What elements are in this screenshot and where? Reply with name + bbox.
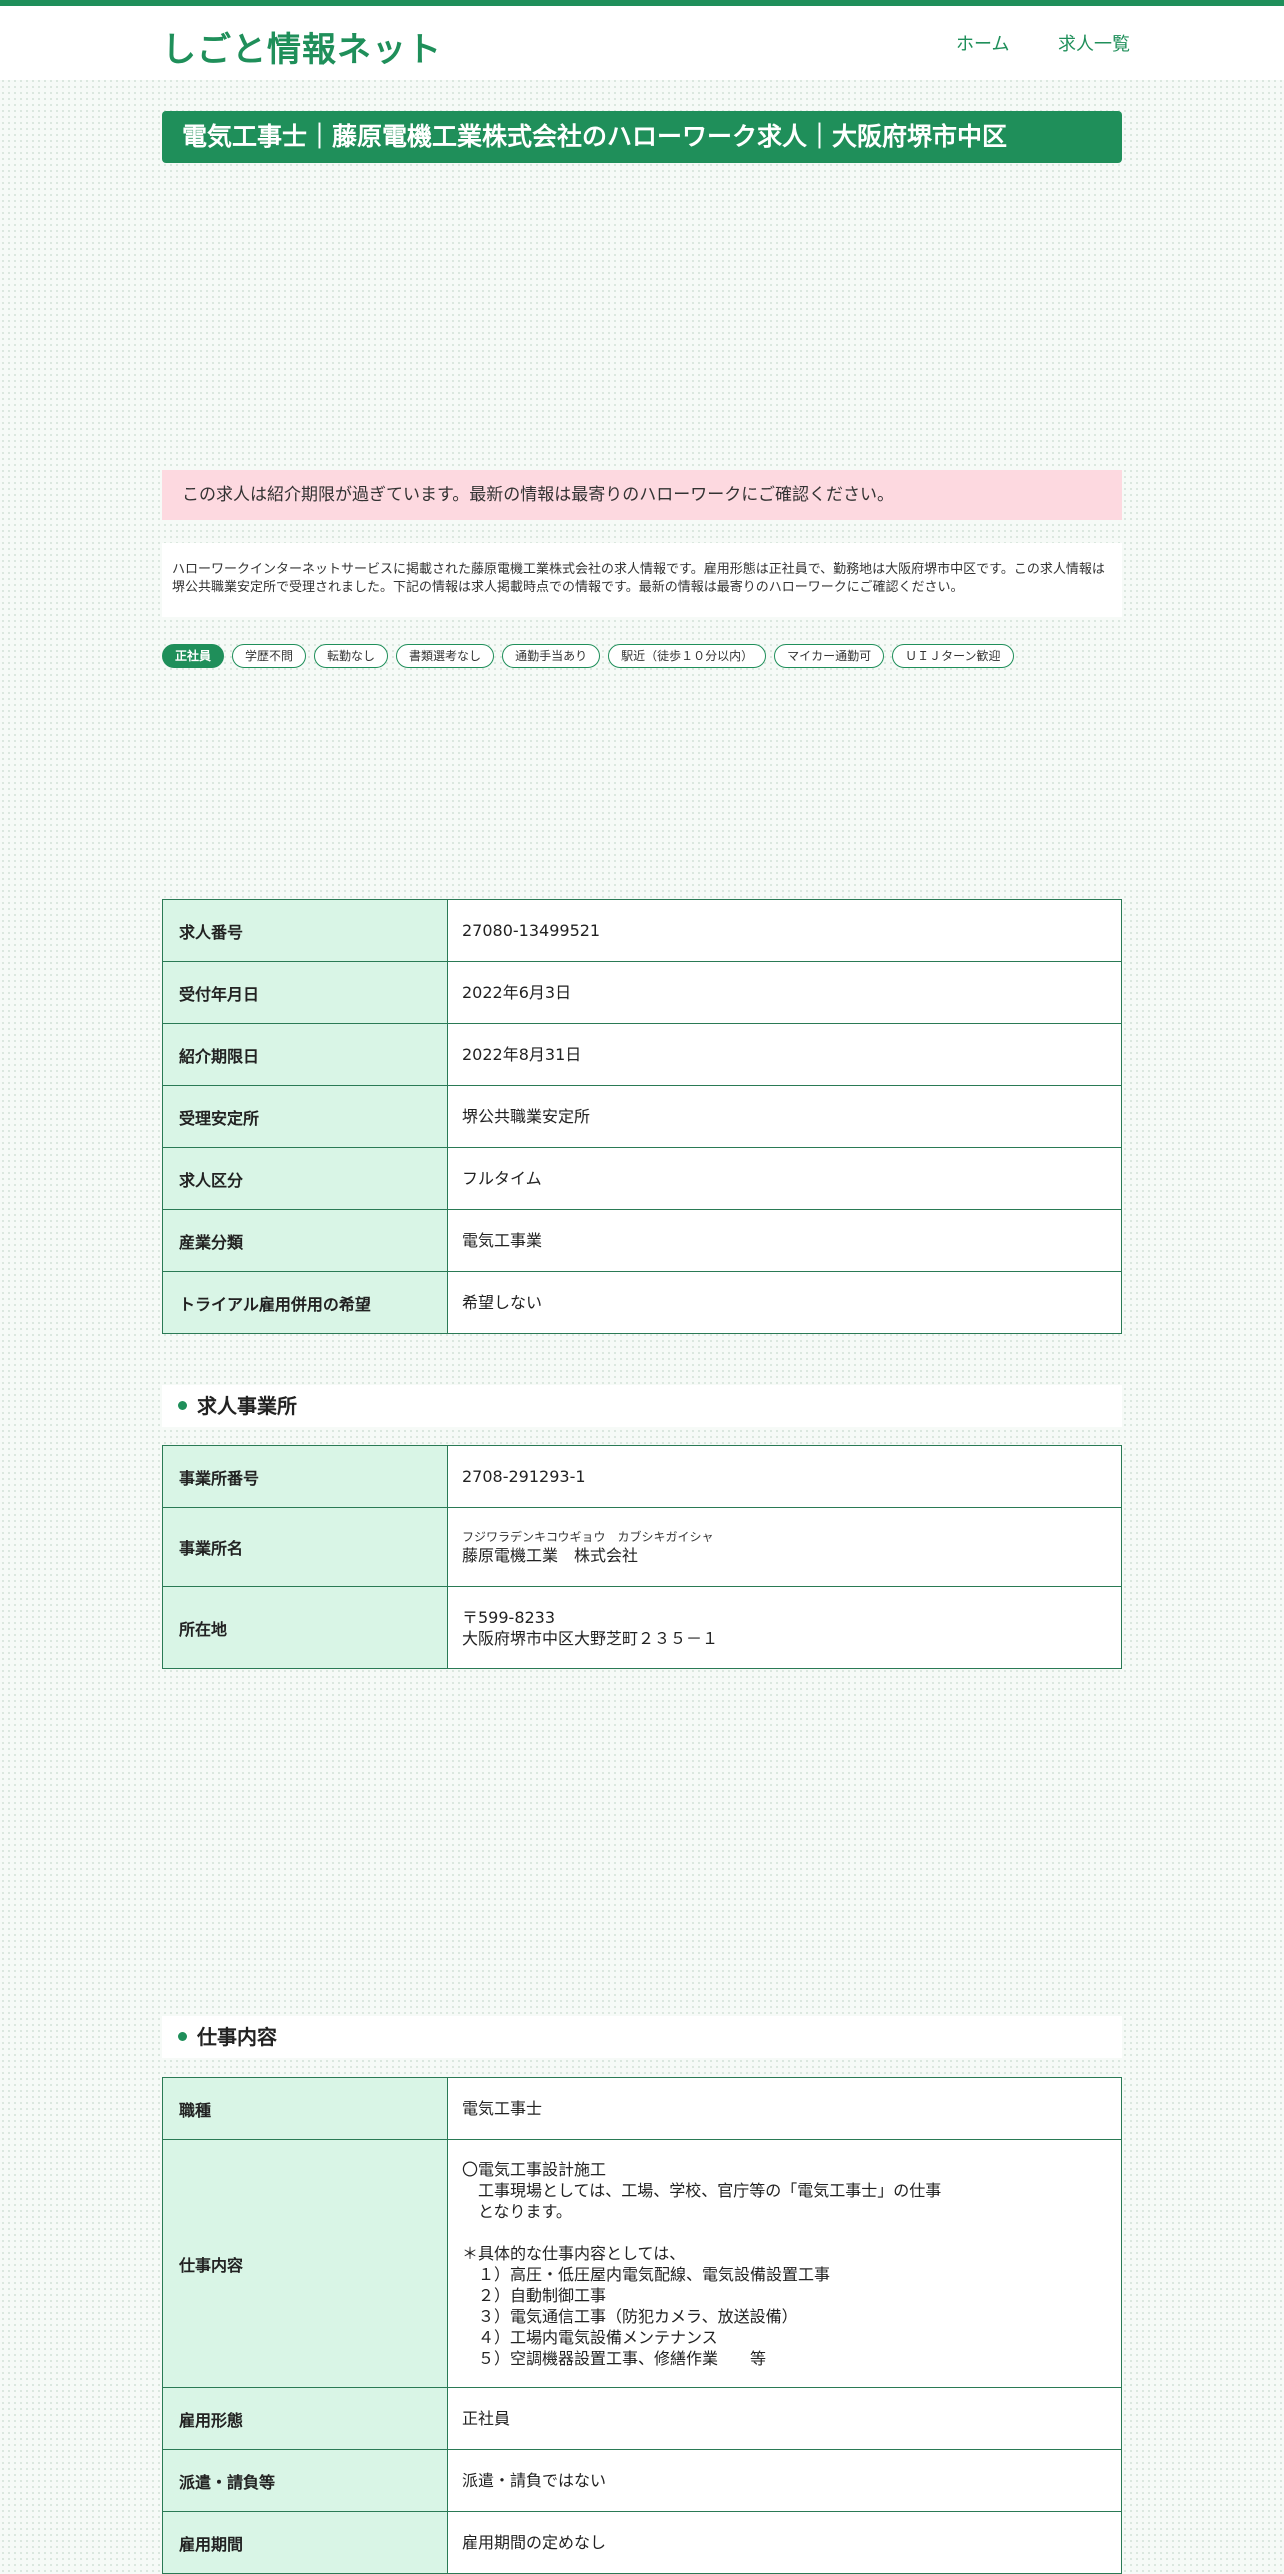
bullet-dot-icon: [178, 2032, 187, 2041]
company-name: 藤原電機工業 株式会社: [462, 1545, 639, 1565]
row-label: 受理安定所: [162, 1085, 448, 1148]
table-row: 求人区分 フルタイム: [162, 1147, 1122, 1210]
tag-item: 通勤手当あり: [502, 644, 601, 668]
row-value: フルタイム: [447, 1147, 1122, 1210]
company-name-cell: フジワラデンキコウギョウ カブシキガイシャ 藤原電機工業 株式会社: [447, 1507, 1122, 1587]
feature-tags: 正社員 学歴不問 転勤なし 書類選考なし 通勤手当あり 駅近（徒歩１０分以内） …: [162, 644, 1014, 668]
row-label: 所在地: [162, 1586, 448, 1669]
row-label: 事業所名: [162, 1507, 448, 1587]
row-value: 正社員: [447, 2387, 1122, 2450]
row-label: 雇用期間: [162, 2511, 448, 2574]
row-label: 仕事内容: [162, 2139, 448, 2388]
address: 大阪府堺市中区大野芝町２３５－１: [462, 1628, 719, 1648]
row-label: 雇用形態: [162, 2387, 448, 2450]
nav-link-job-list[interactable]: 求人一覧: [1058, 30, 1130, 56]
table-row: 紹介期限日 2022年8月31日: [162, 1023, 1122, 1086]
row-value: 雇用期間の定めなし: [447, 2511, 1122, 2574]
table-row: 所在地 〒599-8233 大阪府堺市中区大野芝町２３５－１: [162, 1586, 1122, 1669]
job-description-summary: ハローワークインターネットサービスに掲載された藤原電機工業株式会社の求人情報です…: [162, 543, 1122, 617]
row-label: 産業分類: [162, 1209, 448, 1272]
tag-item: 正社員: [162, 644, 225, 668]
table-row: 派遣・請負等 派遣・請負ではない: [162, 2449, 1122, 2512]
section-heading-job: 仕事内容: [162, 2016, 1122, 2058]
tag-item: ＵＩＪターン歓迎: [892, 644, 1014, 668]
row-label: 事業所番号: [162, 1445, 448, 1508]
row-label: 受付年月日: [162, 961, 448, 1024]
row-value: 派遣・請負ではない: [447, 2449, 1122, 2512]
row-label: 紹介期限日: [162, 1023, 448, 1086]
job-summary-table: 求人番号 27080-13499521 受付年月日 2022年6月3日 紹介期限…: [162, 899, 1122, 1334]
row-value: 電気工事業: [447, 1209, 1122, 1272]
table-row: 事業所名 フジワラデンキコウギョウ カブシキガイシャ 藤原電機工業 株式会社: [162, 1507, 1122, 1587]
company-name-kana: フジワラデンキコウギョウ カブシキガイシャ: [462, 1529, 714, 1544]
section-heading-text: 求人事業所: [197, 1394, 297, 1418]
site-header: しごと情報ネット ホーム 求人一覧: [0, 6, 1284, 80]
table-row: 受付年月日 2022年6月3日: [162, 961, 1122, 1024]
row-value: 2022年8月31日: [447, 1023, 1122, 1086]
postal-code: 〒599-8233: [462, 1607, 556, 1627]
table-row: 雇用期間 雇用期間の定めなし: [162, 2511, 1122, 2574]
table-row: 職種 電気工事士: [162, 2077, 1122, 2140]
table-row: 産業分類 電気工事業: [162, 1209, 1122, 1272]
table-row: 雇用形態 正社員: [162, 2387, 1122, 2450]
nav-link-home[interactable]: ホーム: [956, 30, 1009, 56]
row-value: 27080-13499521: [447, 899, 1122, 962]
tag-item: 駅近（徒歩１０分以内）: [608, 644, 767, 668]
row-label: 派遣・請負等: [162, 2449, 448, 2512]
expired-alert: この求人は紹介期限が過ぎています。最新の情報は最寄りのハローワークにご確認くださ…: [162, 470, 1122, 520]
row-value: 2022年6月3日: [447, 961, 1122, 1024]
row-value: 希望しない: [447, 1271, 1122, 1334]
job-content-value: 〇電気工事設計施工 工事現場としては、工場、学校、官庁等の「電気工事士」の仕事 …: [447, 2139, 1122, 2388]
row-label: 職種: [162, 2077, 448, 2140]
table-row: 仕事内容 〇電気工事設計施工 工事現場としては、工場、学校、官庁等の「電気工事士…: [162, 2139, 1122, 2388]
site-logo[interactable]: しごと情報ネット: [162, 22, 442, 71]
table-row: 事業所番号 2708-291293-1: [162, 1445, 1122, 1508]
bullet-dot-icon: [178, 1401, 187, 1410]
address-cell: 〒599-8233 大阪府堺市中区大野芝町２３５－１: [447, 1586, 1122, 1669]
tag-item: マイカー通勤可: [774, 644, 885, 668]
tag-item: 学歴不問: [232, 644, 307, 668]
job-details-table: 職種 電気工事士 仕事内容 〇電気工事設計施工 工事現場としては、工場、学校、官…: [162, 2077, 1122, 2574]
table-row: 求人番号 27080-13499521: [162, 899, 1122, 962]
row-value: 電気工事士: [447, 2077, 1122, 2140]
section-heading-text: 仕事内容: [197, 2025, 277, 2049]
table-row: 受理安定所 堺公共職業安定所: [162, 1085, 1122, 1148]
section-heading-office: 求人事業所: [162, 1385, 1122, 1427]
row-value: 2708-291293-1: [447, 1445, 1122, 1508]
table-row: トライアル雇用併用の希望 希望しない: [162, 1271, 1122, 1334]
tag-item: 書類選考なし: [396, 644, 495, 668]
row-label: 求人番号: [162, 899, 448, 962]
row-label: 求人区分: [162, 1147, 448, 1210]
row-label: トライアル雇用併用の希望: [162, 1271, 448, 1334]
page-title: 電気工事士｜藤原電機工業株式会社のハローワーク求人｜大阪府堺市中区: [162, 111, 1122, 163]
row-value: 堺公共職業安定所: [447, 1085, 1122, 1148]
tag-item: 転勤なし: [314, 644, 389, 668]
office-table: 事業所番号 2708-291293-1 事業所名 フジワラデンキコウギョウ カブ…: [162, 1445, 1122, 1669]
